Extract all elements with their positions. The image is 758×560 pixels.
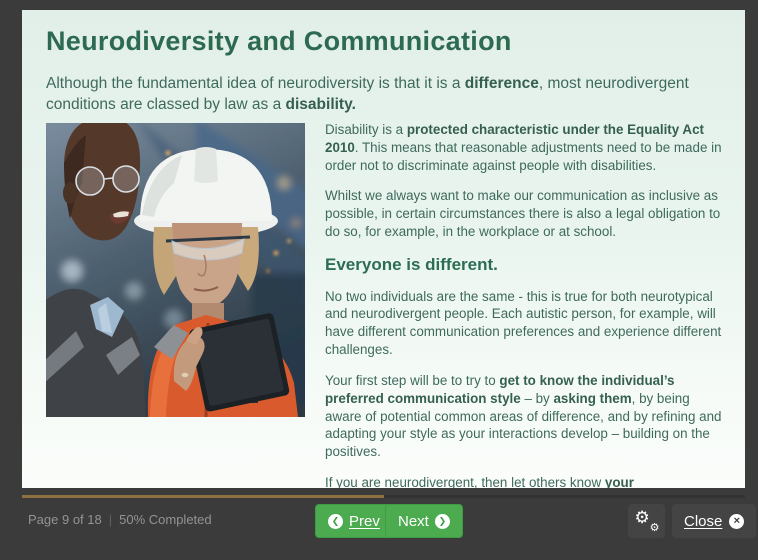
chevron-circle-left-icon: ❮ [328, 514, 343, 529]
slide-card: Neurodiversity and Communication Althoug… [22, 10, 745, 488]
prev-button[interactable]: ❮ Prev [315, 504, 393, 538]
body-paragraph: If you are neurodivergent, then let othe… [325, 474, 724, 488]
slide-photo [46, 123, 305, 417]
close-circle-icon: × [729, 514, 744, 529]
workers-illustration [46, 123, 305, 417]
close-button-label: Close [684, 513, 722, 530]
body-paragraph: Whilst we always want to make our commun… [325, 187, 724, 240]
page-title: Neurodiversity and Communication [46, 26, 512, 57]
chevron-circle-right-icon: ❯ [435, 514, 450, 529]
settings-button[interactable]: ⚙ ⚙ [628, 504, 665, 538]
close-button[interactable]: Close × [672, 504, 756, 538]
cogs-icon: ⚙ ⚙ [636, 511, 658, 531]
body-paragraph: Your first step will be to try to get to… [325, 372, 724, 461]
page-info-separator: | [109, 512, 112, 527]
footer-bar: Page 9 of 18 | 50% Completed ❮ Prev Next ❯… [0, 498, 758, 560]
sub-heading: Everyone is different. [325, 254, 724, 277]
prev-button-label: Prev [349, 513, 380, 530]
page-indicator: Page 9 of 18 [28, 512, 102, 527]
body-paragraph: No two individuals are the same - this i… [325, 288, 724, 359]
intro-text: Although the fundamental idea of neurodi… [46, 74, 722, 116]
next-button[interactable]: Next ❯ [385, 504, 463, 538]
content-column: Disability is a protected characteristic… [325, 121, 724, 488]
next-button-label: Next [398, 513, 429, 530]
body-paragraph: Disability is a protected characteristic… [325, 121, 724, 174]
page-info: Page 9 of 18 | 50% Completed [28, 512, 212, 527]
completion-indicator: 50% Completed [119, 512, 212, 527]
